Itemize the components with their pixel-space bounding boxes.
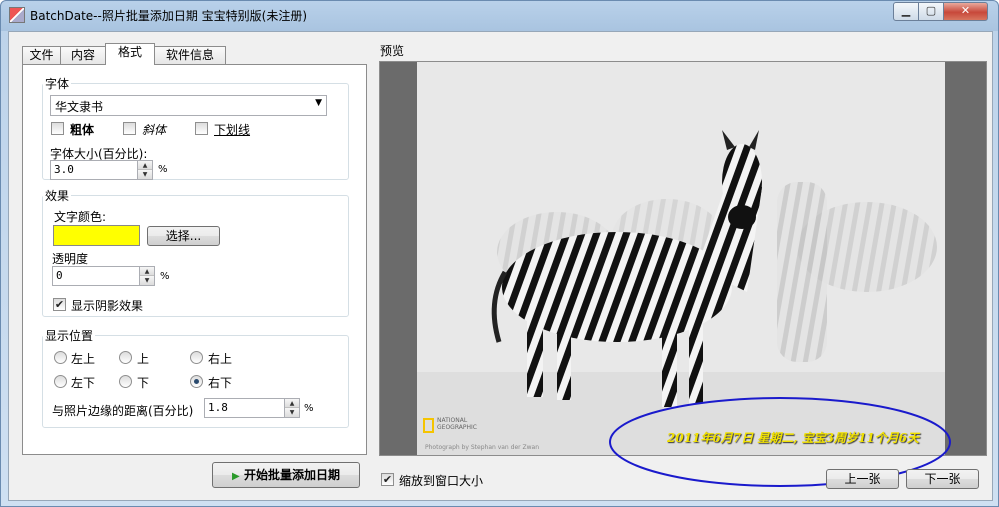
opacity-unit: % [160,271,170,282]
opacity-stepper[interactable]: 0 ▲ ▼ [52,266,155,286]
fit-window-label: 缩放到窗口大小 [399,474,484,488]
position-radio-top-left[interactable] [54,351,67,364]
title-bar[interactable]: BatchDate--照片批量添加日期 宝宝特别版(未注册) ▁ ▢ ✕ [1,1,998,31]
position-label-top-right: 右上 [208,352,233,366]
text-color-swatch [53,225,140,246]
opacity-label: 透明度 [52,252,89,266]
font-group-legend: 字体 [45,77,70,91]
decrement-arrow-icon[interactable]: ▼ [285,408,299,417]
font-size-value: 3.0 [54,163,74,176]
decrement-arrow-icon[interactable]: ▼ [138,170,152,179]
position-radio-bottom-right[interactable] [190,375,203,388]
format-panel: 字体 华文隶书 ▼ 粗体 斜体 下划线 字体大小(百分比): 3.0 ▲ ▼ % [22,64,367,455]
client-area: 文件 内容 格式 软件信息 字体 华文隶书 ▼ 粗体 斜体 下划线 字体大小(百… [8,31,993,501]
effect-group-legend: 效果 [45,189,70,203]
photo-credit: Photograph by Stephan van der Zwan [425,444,540,451]
font-select-value: 华文隶书 [55,100,104,114]
start-batch-button[interactable]: ▶ 开始批量添加日期 [212,462,360,488]
margin-label: 与照片边缘的距离(百分比) [52,404,194,418]
prev-image-button[interactable]: 上一张 [826,469,899,489]
margin-stepper[interactable]: 1.8 ▲ ▼ [204,398,300,418]
fit-window-checkbox[interactable]: ✔ [381,473,394,486]
margin-unit: % [304,403,314,414]
position-radio-bottom[interactable] [119,375,132,388]
shadow-checkbox[interactable]: ✔ [53,298,66,311]
position-label-top: 上 [137,352,150,366]
decrement-arrow-icon[interactable]: ▼ [140,276,154,285]
position-radio-top[interactable] [119,351,132,364]
tab-content[interactable]: 内容 [60,46,106,65]
position-label-top-left: 左上 [71,352,96,366]
stepper-arrows: ▲ ▼ [284,399,299,417]
increment-arrow-icon[interactable]: ▲ [138,161,152,170]
app-window: BatchDate--照片批量添加日期 宝宝特别版(未注册) ▁ ▢ ✕ 文件 … [0,0,999,507]
margin-value: 1.8 [208,401,228,414]
italic-label: 斜体 [142,123,167,137]
position-label-bottom-right: 右下 [208,376,233,390]
position-label-bottom-left: 左下 [71,376,96,390]
choose-color-button[interactable]: 选择... [147,226,220,246]
stepper-arrows: ▲ ▼ [139,267,154,285]
position-radio-bottom-left[interactable] [54,375,67,388]
position-label-bottom: 下 [137,376,150,390]
national-geographic-text: NATIONAL GEOGRAPHIC [437,417,477,431]
font-select[interactable]: 华文隶书 ▼ [50,95,327,116]
text-color-label: 文字颜色: [54,210,107,224]
maximize-button[interactable]: ▢ [918,2,944,21]
chevron-down-icon: ▼ [315,98,322,108]
position-group-legend: 显示位置 [45,329,94,343]
preview-label: 预览 [380,44,405,58]
opacity-value: 0 [56,269,63,282]
font-size-stepper[interactable]: 3.0 ▲ ▼ [50,160,153,180]
increment-arrow-icon[interactable]: ▲ [140,267,154,276]
underline-checkbox[interactable] [195,122,208,135]
tab-file[interactable]: 文件 [22,46,61,65]
next-image-button[interactable]: 下一张 [906,469,979,489]
national-geographic-logo-icon [423,418,434,433]
start-batch-label: 开始批量添加日期 [243,468,340,482]
bold-label: 粗体 [70,123,95,137]
bold-checkbox[interactable] [51,122,64,135]
minimize-button[interactable]: ▁ [893,2,919,21]
app-icon [9,7,25,23]
increment-arrow-icon[interactable]: ▲ [285,399,299,408]
window-title: BatchDate--照片批量添加日期 宝宝特别版(未注册) [30,9,308,23]
stepper-arrows: ▲ ▼ [137,161,152,179]
close-button[interactable]: ✕ [943,2,988,21]
italic-checkbox[interactable] [123,122,136,135]
play-icon: ▶ [232,471,240,482]
shadow-label: 显示阴影效果 [71,299,144,313]
font-size-unit: % [158,164,168,175]
tab-software-info[interactable]: 软件信息 [154,46,226,65]
underline-label: 下划线 [214,123,251,137]
position-radio-top-right[interactable] [190,351,203,364]
tab-format[interactable]: 格式 [105,43,155,65]
